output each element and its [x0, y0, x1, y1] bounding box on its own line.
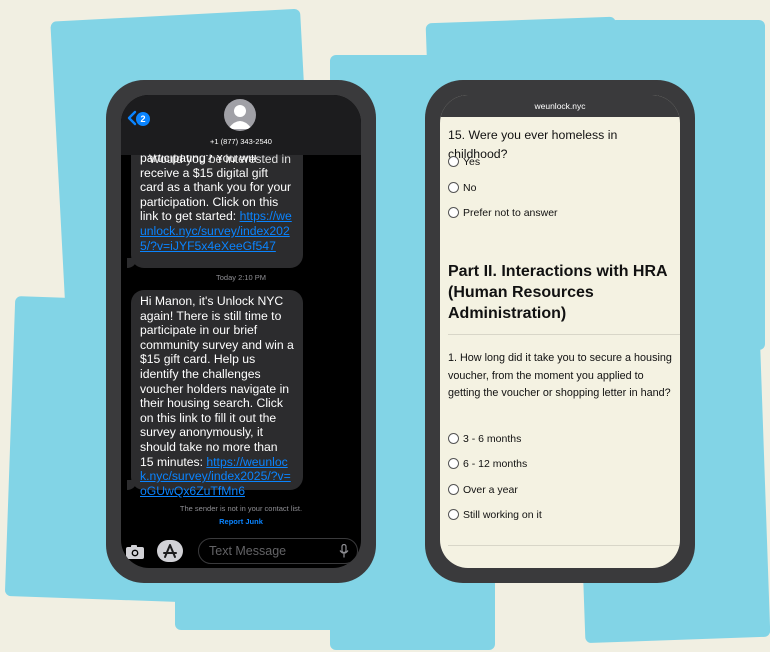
q1-option-still-working[interactable]: Still working on it: [448, 508, 542, 522]
option-label: Still working on it: [463, 509, 542, 521]
radio-button[interactable]: [448, 156, 459, 167]
option-label: Yes: [463, 156, 481, 168]
microphone-icon[interactable]: [339, 544, 349, 558]
option-label: Over a year: [463, 484, 518, 496]
unread-badge[interactable]: 2: [136, 112, 150, 126]
conversation-header: Would you be interested in 2 +1 (877) 34…: [121, 95, 361, 166]
survey-screen: weunlock.nyc 15. Were you ever homeless …: [440, 95, 680, 568]
app-store-button[interactable]: [157, 540, 183, 562]
radio-button[interactable]: [448, 458, 459, 469]
bubble-tail: [127, 480, 137, 490]
q15-option-yes[interactable]: Yes: [448, 155, 480, 169]
radio-button[interactable]: [448, 207, 459, 218]
radio-button[interactable]: [448, 433, 459, 444]
message-timestamp: Today 2:10 PM: [215, 273, 267, 282]
q1-option-over-a-year[interactable]: Over a year: [448, 483, 518, 497]
q1-option-3-6-months[interactable]: 3 - 6 months: [448, 432, 521, 446]
option-label: 3 - 6 months: [463, 433, 522, 445]
section-title: Part II. Interactions with HRA (Human Re…: [448, 263, 667, 322]
q1-option-6-12-months[interactable]: 6 - 12 months: [448, 457, 527, 471]
contact-avatar[interactable]: [224, 99, 256, 131]
message-2-text: Hi Manon, it's Unlock NYC again! There i…: [140, 294, 294, 469]
camera-icon[interactable]: [125, 544, 145, 560]
q15-option-prefer-not[interactable]: Prefer not to answer: [448, 206, 558, 220]
report-junk-button[interactable]: Report Junk: [121, 517, 361, 526]
survey-phone: weunlock.nyc 15. Were you ever homeless …: [425, 80, 695, 583]
bubble-tail: [127, 258, 137, 268]
radio-button[interactable]: [448, 182, 459, 193]
question-1-title: 1. How long did it take you to secure a …: [448, 352, 672, 399]
question-15-title: 15. Were you ever homeless in childhood?: [448, 128, 618, 161]
divider: [448, 545, 680, 546]
message-input-placeholder: Text Message: [209, 544, 287, 558]
url-bar[interactable]: weunlock.nyc: [440, 95, 680, 117]
message-bubble-2: Hi Manon, it's Unlock NYC again! There i…: [127, 290, 303, 498]
radio-button[interactable]: [448, 509, 459, 520]
option-label: No: [463, 182, 477, 194]
message-input[interactable]: Text Message: [198, 538, 358, 564]
divider: [448, 334, 680, 335]
app-store-icon: [163, 544, 177, 558]
messages-phone: participating? You will receive a $15 di…: [106, 80, 376, 583]
option-label: Prefer not to answer: [463, 207, 558, 219]
option-label: 6 - 12 months: [463, 458, 528, 470]
person-icon: [228, 105, 252, 129]
messages-screen: participating? You will receive a $15 di…: [121, 95, 361, 568]
q15-option-no[interactable]: No: [448, 181, 476, 195]
unknown-sender-note: The sender is not in your contact list.: [179, 504, 303, 513]
radio-button[interactable]: [448, 484, 459, 495]
message-1-partial: Would you be interested in: [149, 152, 291, 166]
contact-number[interactable]: +1 (877) 343-2540: [121, 137, 361, 146]
